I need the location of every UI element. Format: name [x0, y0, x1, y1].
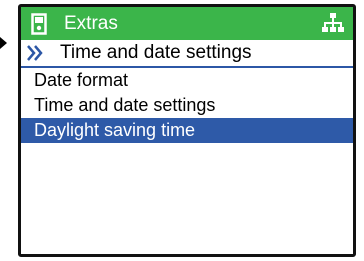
device-icon [28, 12, 50, 36]
device-screen: Extras Time and date settings Date forma… [18, 4, 356, 257]
menu-item-daylight-saving-time[interactable]: Daylight saving time [21, 118, 353, 143]
breadcrumb[interactable]: Time and date settings [21, 40, 353, 68]
pointer-arrow-icon [0, 37, 7, 49]
page-title: Extras [64, 12, 118, 34]
title-bar: Extras [21, 7, 353, 40]
menu-item-date-format[interactable]: Date format [21, 68, 353, 93]
double-chevron-icon [26, 44, 46, 62]
menu-list: Date format Time and date settings Dayli… [21, 68, 353, 143]
network-icon [321, 12, 345, 34]
menu-item-time-and-date-settings[interactable]: Time and date settings [21, 93, 353, 118]
breadcrumb-label: Time and date settings [60, 42, 252, 63]
